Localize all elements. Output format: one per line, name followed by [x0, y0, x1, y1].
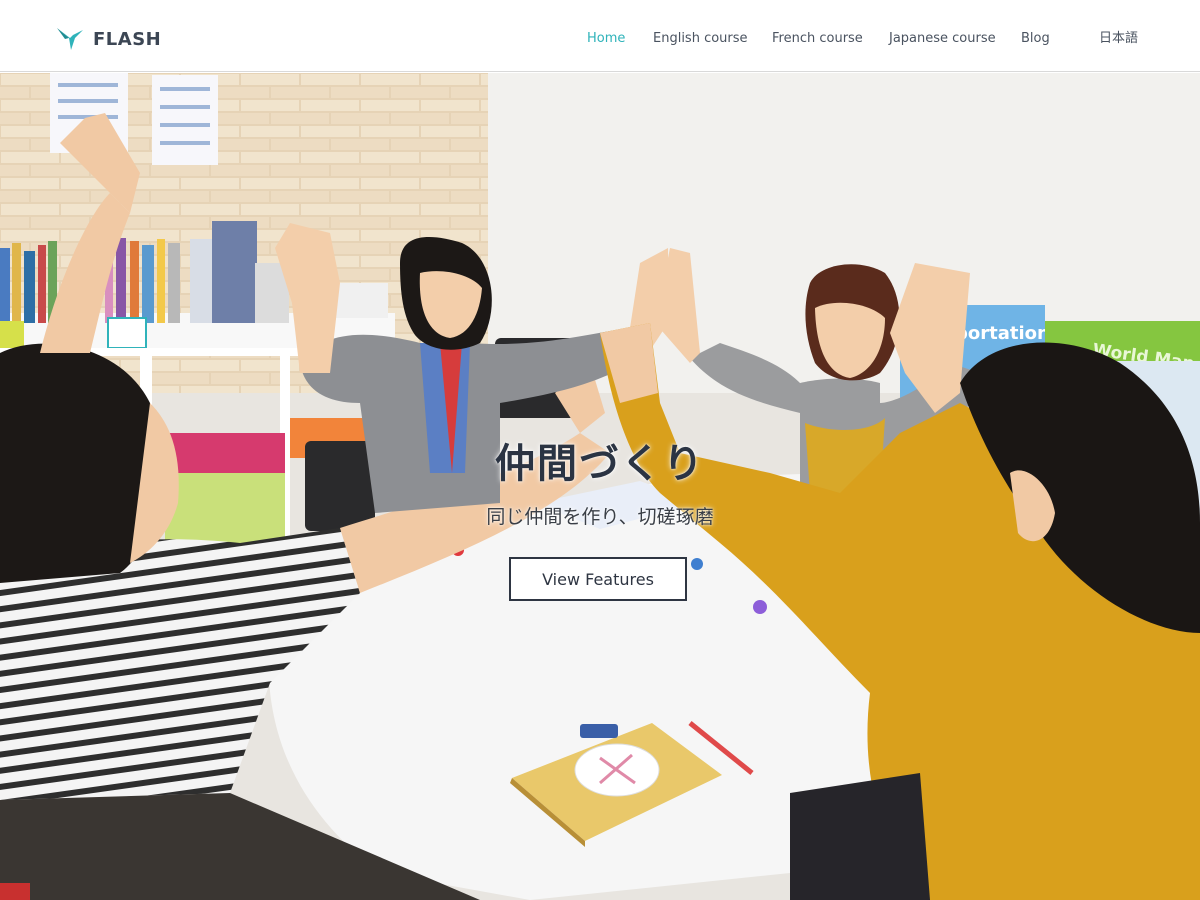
- view-features-button[interactable]: View Features: [509, 557, 687, 601]
- hero-subtitle: 同じ仲間を作り、切磋琢磨: [486, 506, 714, 528]
- site-header: FLASH Home English course French course …: [0, 0, 1200, 72]
- nav-item-japanese-course[interactable]: Japanese course: [889, 31, 996, 47]
- nav-item-home[interactable]: Home: [587, 31, 625, 47]
- hero-title: 仲間づくり: [495, 441, 705, 487]
- language-switch[interactable]: 日本語: [1099, 31, 1138, 47]
- photo-sign-transportation: portation: [955, 323, 1050, 344]
- main-nav: Home English course French course Japane…: [0, 31, 1200, 51]
- hero-section: portation World Map 仲間づくり 同じ仲間を作り、切磋琢磨 V…: [0, 73, 1200, 900]
- nav-item-english-course[interactable]: English course: [653, 31, 748, 47]
- nav-item-blog[interactable]: Blog: [1021, 31, 1050, 47]
- nav-item-french-course[interactable]: French course: [772, 31, 863, 47]
